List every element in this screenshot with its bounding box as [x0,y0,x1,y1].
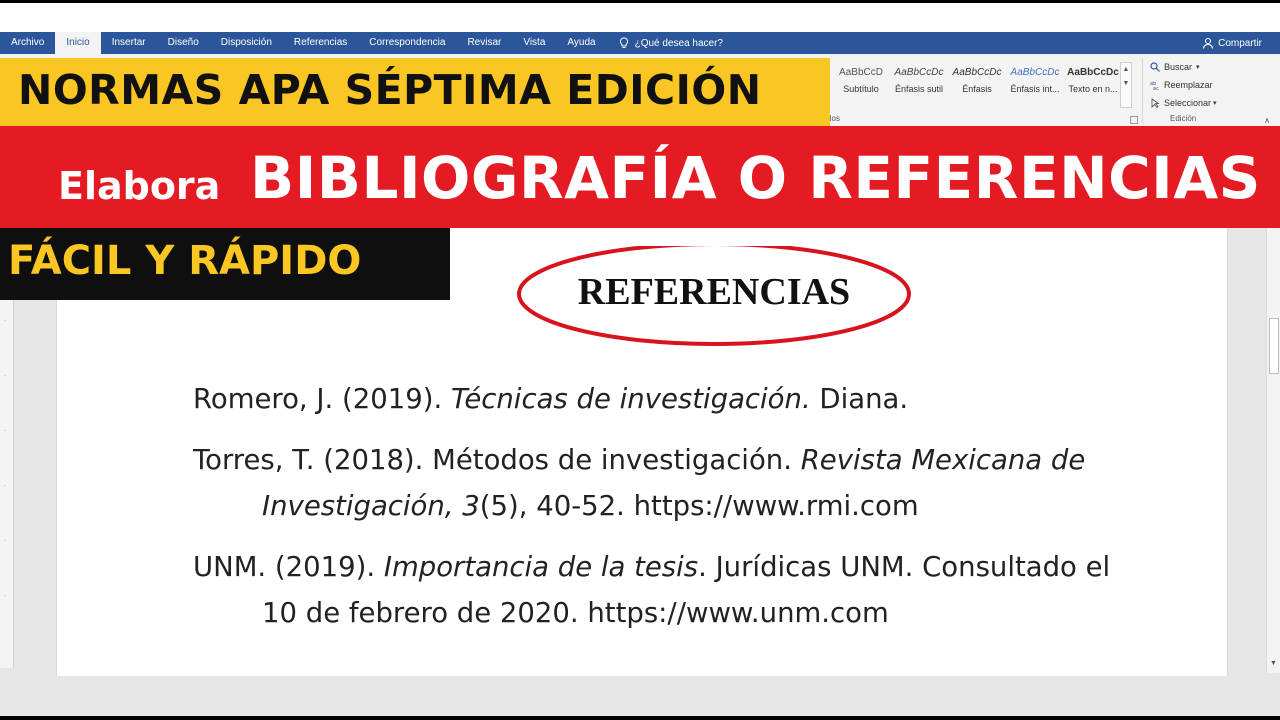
find-button[interactable]: Buscar ▾ [1150,58,1240,76]
tab-inicio[interactable]: Inicio [55,32,101,54]
title-banner-yellow: NORMAS APA SÉPTIMA EDICIÓN [0,58,830,126]
style-enfasis[interactable]: AaBbCcDc Énfasis [948,62,1006,110]
style-label: Texto en n... [1068,84,1118,94]
reference-list: Romero, J. (2019). Técnicas de investiga… [193,376,1113,651]
dialog-launcher-icon[interactable] [1130,116,1138,124]
style-texto-negrita[interactable]: AaBbCcDc Texto en n... [1064,62,1122,110]
tell-me-text: ¿Qué desea hacer? [634,37,723,49]
replace-button[interactable]: ab ac Reemplazar [1150,76,1240,94]
scroll-down-icon[interactable]: ▼ [1270,660,1277,667]
title-banner-black: FÁCIL Y RÁPIDO [0,228,450,300]
ruler-tick: · [4,538,6,544]
tab-archivo[interactable]: Archivo [0,32,55,54]
tab-revisar[interactable]: Revisar [456,32,512,54]
tab-ayuda[interactable]: Ayuda [556,32,606,54]
editing-group-label: Edición [1170,114,1197,123]
ruler-tick: · [4,428,6,434]
title-banner-red: Elabora BIBLIOGRAFÍA O REFERENCIAS [0,126,1280,228]
share-button[interactable]: Compartir [1202,32,1262,54]
ref-text: (5), 40-52. https://www.rmi.com [479,490,919,522]
share-label: Compartir [1218,37,1262,49]
references-heading-block: REFERENCIAS [516,246,912,346]
style-label: Énfasis int... [1010,84,1060,94]
style-sample: AaBbCcDc [894,67,944,78]
title-bar [0,3,1280,32]
chevron-down-icon: ▾ [1213,100,1217,107]
ruler-tick: · [4,593,6,599]
tab-diseno[interactable]: Diseño [157,32,210,54]
ref-italic-title: Importancia de la tesis [383,551,699,583]
tab-correspondencia[interactable]: Correspondencia [358,32,456,54]
svg-text:ac: ac [1153,86,1159,90]
style-sample: AaBbCcDc [952,67,1002,78]
reference-entry: Romero, J. (2019). Técnicas de investiga… [193,376,1113,422]
ribbon-tab-bar: Archivo Inicio Insertar Diseño Disposici… [0,32,1280,54]
reference-entry: Torres, T. (2018). Métodos de investigac… [193,437,1113,529]
style-label: Subtítulo [843,84,879,94]
page-heading: REFERENCIAS [577,271,851,313]
ref-text: Torres, T. (2018). Métodos de investigac… [193,444,801,476]
select-button[interactable]: Seleccionar ▾ [1150,94,1240,112]
banner-title-line2-big: BIBLIOGRAFÍA O REFERENCIAS [250,144,1261,212]
ref-text: UNM. (2019). [193,551,384,583]
tell-me-box[interactable]: ¿Qué desea hacer? [619,37,723,49]
style-sample: AaBbCcDc [1067,67,1119,78]
group-separator [1142,58,1143,124]
bottom-border [0,716,1280,720]
ref-italic-title: Técnicas de investigación. [450,383,811,415]
banner-title-line3: FÁCIL Y RÁPIDO [8,238,362,284]
reference-entry: UNM. (2019). Importancia de la tesis. Ju… [193,544,1113,636]
gallery-scroll-buttons[interactable]: ▲ ▼ [1120,62,1132,108]
tab-vista[interactable]: Vista [512,32,556,54]
style-label: Énfasis sutil [894,84,944,94]
chevron-down-icon: ▾ [1196,64,1200,71]
ref-text: Diana. [810,383,909,415]
style-sample: AaBbCcD [839,67,883,78]
tab-insertar[interactable]: Insertar [101,32,157,54]
ref-text: Romero, J. (2019). [193,383,451,415]
lightbulb-icon [619,37,628,48]
replace-icon: abac [1150,81,1159,90]
style-subtitulo[interactable]: AaBbCcD Subtítulo [832,62,890,110]
ruler-tick: · [4,373,6,379]
select-label: Seleccionar [1164,98,1212,108]
person-icon [1203,38,1214,49]
style-enfasis-intenso[interactable]: AaBbCcDc Énfasis int... [1006,62,1064,110]
cursor-icon [1151,98,1160,108]
style-enfasis-sutil[interactable]: AaBbCcDc Énfasis sutil [890,62,948,110]
banner-title-line2-small: Elabora [58,164,221,208]
banner-title-line1: NORMAS APA SÉPTIMA EDICIÓN [18,66,762,114]
find-label: Buscar [1164,62,1193,72]
scroll-thumb[interactable] [1269,318,1279,374]
search-icon [1150,62,1160,72]
styles-gallery: AaBbCcD Subtítulo AaBbCcDc Énfasis sutil… [832,62,1122,110]
collapse-ribbon-icon[interactable]: ∧ [1264,116,1270,125]
replace-label: Reemplazar [1164,80,1213,90]
tab-referencias[interactable]: Referencias [283,32,358,54]
tab-disposicion[interactable]: Disposición [210,32,283,54]
ruler-tick: · [4,318,6,324]
ruler-tick: · [4,483,6,489]
editing-group: Buscar ▾ ab ac Reemplazar Seleccionar ▾ [1150,58,1240,112]
word-window: Archivo Inicio Insertar Diseño Disposici… [0,0,1280,720]
style-label: Énfasis [962,84,992,94]
style-sample: AaBbCcDc [1010,67,1060,78]
